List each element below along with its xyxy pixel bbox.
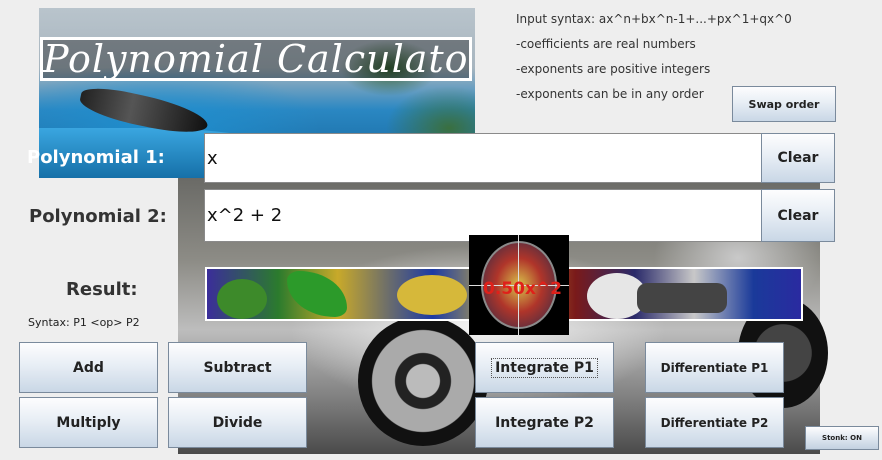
polynomial-2-label: Polynomial 2: [29, 206, 167, 227]
polynomial-1-label: Polynomial 1: [27, 147, 165, 168]
result-text: 0.50x^2 [483, 279, 562, 299]
polynomial-1-input[interactable]: x [204, 133, 762, 183]
result-decoration-blob [397, 275, 467, 315]
info-coefficients-line: -coefficients are real numbers [516, 37, 696, 51]
info-order-line: -exponents can be in any order [516, 87, 704, 101]
result-decoration-blob [217, 279, 267, 319]
swap-order-button[interactable]: Swap order [732, 86, 836, 122]
integrate-p1-button[interactable]: Integrate P1 [475, 342, 614, 393]
result-decoration-blob [637, 283, 727, 313]
leaf-icon [287, 271, 347, 317]
multiply-button[interactable]: Multiply [19, 397, 158, 448]
stonk-toggle-button[interactable]: Stonk: ON [805, 426, 879, 450]
clear-polynomial-1-button[interactable]: Clear [761, 133, 835, 183]
app-title: Polynomial Calculator [40, 37, 472, 81]
subtract-button[interactable]: Subtract [168, 342, 307, 393]
divide-button[interactable]: Divide [168, 397, 307, 448]
syntax-hint: Syntax: P1 <op> P2 [28, 316, 140, 329]
info-exponents-line: -exponents are positive integers [516, 62, 711, 76]
result-label: Result: [66, 279, 138, 300]
info-syntax-line: Input syntax: ax^n+bx^n-1+...+px^1+qx^0 [516, 12, 792, 26]
add-button[interactable]: Add [19, 342, 158, 393]
scope-overlay: 0.50x^2 [469, 235, 569, 335]
integrate-p2-button[interactable]: Integrate P2 [475, 397, 614, 448]
car-wheel-shape [358, 316, 488, 446]
differentiate-p2-button[interactable]: Differentiate P2 [645, 397, 784, 448]
clear-polynomial-2-button[interactable]: Clear [761, 189, 835, 242]
integrate-p1-label: Integrate P1 [491, 357, 598, 378]
differentiate-p1-button[interactable]: Differentiate P1 [645, 342, 784, 393]
